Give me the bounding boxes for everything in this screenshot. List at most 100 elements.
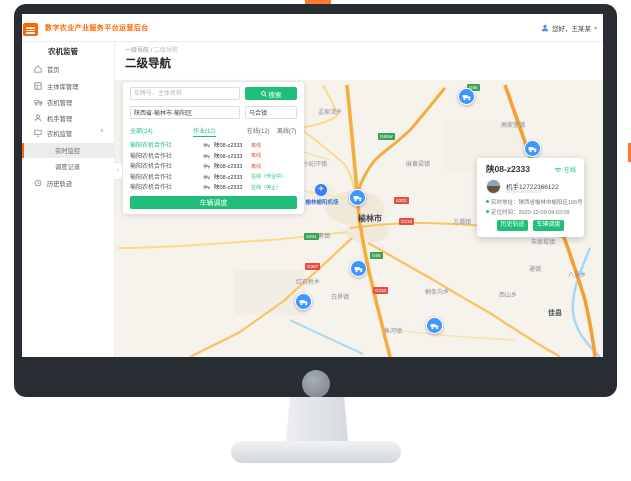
vehicle-status: 离线 [251, 163, 261, 170]
sidebar-collapse-handle[interactable]: ‹ [114, 162, 123, 180]
sidebar: 农机监管 首页 主体库管理 农机管理 机手管理 [22, 42, 115, 357]
map-town-label: 方塌镇 [453, 217, 471, 226]
road-badge: G65W [378, 133, 395, 140]
vehicle-row[interactable]: 榆阳农机合作社 陕08-z2333 离线 [123, 161, 304, 171]
map-town-label: 高家堡镇 [501, 120, 525, 129]
road-badge: G210 [373, 287, 388, 294]
vehicle-marker[interactable] [295, 293, 312, 310]
dispatch-button[interactable]: 车辆调度 [130, 196, 297, 209]
filter-all[interactable]: 全部(24) [130, 126, 153, 135]
town-select[interactable] [245, 106, 297, 119]
vehicle-dispatch-button[interactable]: 车辆调度 [533, 220, 564, 231]
vehicle-status: 离线 [251, 152, 261, 159]
sidebar-item-label: 农机管理 [47, 98, 72, 107]
sidebar-item-label: 农机监管 [47, 129, 72, 138]
popup-time: 定位时间：2020-12-09 09:03:09 [486, 208, 570, 216]
operator-subline [506, 190, 542, 193]
vehicle-plate: 陕08-z2333 [214, 162, 242, 170]
sidebar-item-label: 首页 [47, 65, 60, 74]
sidebar-item-supervision[interactable]: 农机监管 ∧ [22, 126, 115, 140]
map-town-label: 桐条沟乡 [425, 287, 449, 296]
user-greeting: 您好，王某某 [552, 23, 591, 33]
road-badge: S302 [394, 197, 409, 204]
popup-address: 实时地址：陕西省榆林市榆阳区166号 [486, 198, 583, 206]
map-town-label: 孟家湾乡 [318, 107, 342, 116]
sidebar-item-drivers[interactable]: 机手管理 [22, 111, 115, 125]
operator-avatar [486, 179, 501, 194]
breadcrumb-parent[interactable]: 一级导航 [125, 48, 149, 54]
driver-icon [34, 114, 43, 123]
app-title: 数字农业产业服务平台运营后台 [45, 23, 149, 33]
breadcrumb-current: 二级导航 [154, 48, 178, 54]
sidebar-item-home[interactable]: 首页 [22, 62, 115, 76]
filter-working[interactable]: 作业(12) [193, 126, 216, 137]
vehicle-status: 离线 [251, 142, 261, 149]
search-button[interactable]: 搜索 [245, 87, 297, 100]
sidebar-item-realtime-monitor[interactable]: 实时监控 [22, 143, 115, 158]
app-screen: 数字农业产业服务平台运营后台 您好，王某某 ▾ 农机监管 首页 [22, 14, 603, 357]
tractor-icon [203, 163, 211, 171]
vehicle-info-popup: 陕08-z2333 在线 机手12722366122 实时地址：陕西省榆林市榆阳… [477, 158, 584, 237]
sidebar-item-history-track[interactable]: 历史轨迹 [22, 176, 115, 190]
home-icon [34, 65, 43, 74]
sidebar-item-label: 历史轨迹 [47, 179, 72, 188]
history-track-button[interactable]: 历史轨迹 [497, 220, 528, 231]
tractor-icon [34, 98, 43, 107]
vehicle-row[interactable]: 榆阳农机合作社 陕08-z2333 在线（停止） [123, 182, 304, 192]
tractor-icon [203, 142, 211, 150]
search-icon [261, 91, 267, 97]
breadcrumb: 一级导航 / 二级导航 [125, 45, 178, 54]
map-town-label: 小纪汗镇 [303, 159, 327, 168]
vehicle-org: 榆阳农机合作社 [130, 140, 172, 149]
filter-online[interactable]: 在线(12) [247, 126, 270, 135]
sidebar-item-label: 机手管理 [47, 114, 72, 123]
sidebar-item-dispatch-records[interactable]: 调度记录 [22, 159, 115, 173]
vehicle-row[interactable]: 榆阳农机合作社 陕08-z2333 在线（作业中） [123, 172, 304, 182]
vehicle-org: 榆阳农机合作社 [130, 172, 172, 181]
map-town-label: 通镇 [529, 264, 541, 273]
map-town-label: 西山乡 [499, 290, 517, 299]
user-menu[interactable]: 您好，王某某 ▾ [541, 22, 597, 34]
sidebar-item-entities[interactable]: 主体库管理 [22, 79, 115, 93]
vehicle-marker[interactable] [350, 260, 367, 277]
map-town-label: 鱼河镇 [384, 326, 402, 335]
chevron-down-icon: ▾ [594, 25, 597, 32]
sidebar-item-label: 实时监控 [55, 146, 80, 155]
airport-icon: ✈ [315, 184, 327, 196]
vehicle-plate: 陕08-z2333 [214, 152, 242, 160]
vehicle-marker[interactable] [426, 317, 443, 334]
sidebar-section-title: 农机监管 [48, 46, 78, 57]
online-label: 在线 [564, 165, 576, 174]
filter-offline[interactable]: 离线(7) [277, 126, 296, 135]
monitor-icon [34, 129, 43, 138]
vehicle-row[interactable]: 榆阳农机合作社 陕08-z2333 离线 [123, 151, 304, 161]
vehicle-org: 榆阳农机合作社 [130, 161, 172, 170]
user-icon [541, 19, 549, 37]
monitor-logo [302, 370, 330, 398]
tractor-icon [203, 153, 211, 161]
vehicle-search-panel: 搜索 全部(24) 作业(12) 在线(12) 离线(7) 榆阳农机合作社 陕0… [123, 82, 304, 214]
vehicle-marker-selected[interactable] [524, 140, 541, 157]
vehicle-plate: 陕08-z2333 [214, 183, 242, 191]
vehicle-marker[interactable] [458, 88, 475, 105]
tractor-icon [203, 184, 211, 192]
sidebar-item-machines[interactable]: 农机管理 [22, 95, 115, 109]
road-badge: S204 [304, 233, 319, 240]
vehicle-row[interactable]: 榆阳农机合作社 陕08-z2333 离线 [123, 140, 304, 150]
wifi-icon [554, 167, 562, 173]
sidebar-item-label: 主体库管理 [47, 82, 78, 91]
chevron-up-icon: ∧ [100, 128, 104, 134]
vehicle-status: 在线（停止） [251, 184, 281, 191]
vehicle-org: 榆阳农机合作社 [130, 182, 172, 191]
region-select[interactable] [130, 106, 240, 119]
app-header: 数字农业产业服务平台运营后台 您好，王某某 ▾ [22, 14, 603, 42]
history-icon [34, 179, 43, 188]
monitor-stand [286, 397, 348, 442]
desktop-mockup: 数字农业产业服务平台运营后台 您好，王某某 ▾ 农机监管 首页 [0, 0, 631, 481]
airport-label: 榆林榆阳机场 [305, 198, 338, 206]
sidebar-item-label: 调度记录 [55, 162, 80, 171]
keyword-search-input[interactable] [130, 87, 240, 100]
hamburger-menu-icon[interactable] [23, 23, 38, 36]
page-title: 二级导航 [125, 55, 171, 71]
vehicle-marker[interactable] [349, 189, 366, 206]
